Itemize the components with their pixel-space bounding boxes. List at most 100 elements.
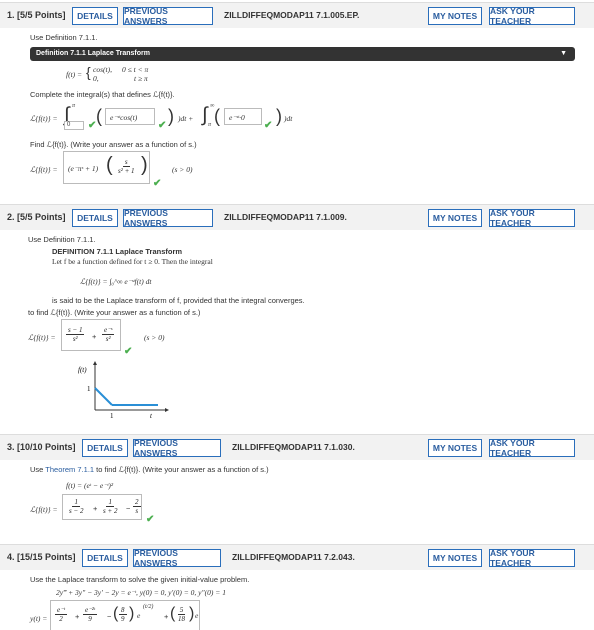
question-code: ZILLDIFFEQMODAP11 7.2.043. (232, 552, 355, 562)
fraction-denominator: s² (105, 335, 111, 343)
my-notes-button[interactable]: MY NOTES (428, 549, 482, 567)
check-icon: ✔ (146, 514, 155, 525)
definition-formula: ℒ{f(t)} = ∫₀^∞ e⁻ˢᵗf(t) dt (80, 277, 152, 286)
use-definition-text: Use Definition 7.1.1. (28, 235, 96, 244)
answer-term-1: 1 s − 2 (67, 498, 85, 515)
ask-teacher-button[interactable]: ASK YOUR TEACHER (489, 6, 575, 26)
integrand-2-input[interactable]: e⁻ˢᵗ·0 (224, 108, 262, 125)
definition-title: Definition 7.1.1 Laplace Transform (36, 50, 150, 57)
fraction-numerator: 1 (106, 498, 114, 507)
case-2-value: 0, (93, 74, 99, 83)
theorem-link[interactable]: Theorem 7.1.1 (45, 465, 94, 474)
fraction-numerator: 5 (177, 606, 186, 615)
close-paren-icon: ) (276, 106, 282, 126)
brace-icon: { (86, 64, 91, 80)
lower-limit-input[interactable]: 0 (64, 121, 84, 130)
details-button[interactable]: DETAILS (72, 209, 118, 227)
close-paren-icon: ) (141, 154, 148, 176)
ask-teacher-button[interactable]: ASK YOUR TEACHER (489, 548, 575, 568)
lower-limit-value: 0 (67, 122, 71, 128)
condition-text: (s > 0) (172, 165, 193, 174)
exp-base: e (137, 611, 141, 620)
fraction-numerator: 8 (119, 606, 127, 615)
integrand-1-input[interactable]: e⁻ˢᵗcos(t) (105, 108, 155, 125)
use-definition-text: Use Definition 7.1.1. (30, 33, 98, 42)
fraction-numerator: s (122, 158, 130, 167)
answer-fraction: s s² + 1 (116, 158, 137, 175)
previous-answers-button[interactable]: PREVIOUS ANSWERS (123, 6, 213, 26)
use-theorem-text: Use Theorem 7.1.1 to find ℒ{f(t)}. (Writ… (30, 465, 269, 474)
use-prefix: Use (30, 465, 44, 474)
answer-input[interactable]: (e⁻πˢ + 1) ( s s² + 1 ) (63, 151, 150, 184)
answer-input[interactable]: s − 1 s² + e⁻ˢ s² (61, 319, 121, 351)
integrand-2-value: e⁻ˢᵗ·0 (229, 113, 245, 122)
open-paren-icon: ( (106, 154, 113, 176)
piecewise-graph: f(t) 1 1 t (78, 361, 169, 420)
check-icon: ✔ (124, 346, 133, 357)
fraction-denominator: s + 2 (103, 507, 118, 515)
use-suffix: to find ℒ{f(t)}. (Write your answer as a… (96, 465, 269, 474)
details-button[interactable]: DETAILS (72, 7, 118, 25)
case-2-condition: t ≥ π (134, 74, 148, 83)
details-button[interactable]: DETAILS (82, 549, 128, 567)
case-1-condition: 0 ≤ t < π (122, 65, 149, 74)
question-points: 4. [15/15 Points] (7, 552, 76, 562)
previous-answers-button[interactable]: PREVIOUS ANSWERS (133, 548, 221, 568)
question-header: 4. [15/15 Points] DETAILS PREVIOUS ANSWE… (0, 544, 594, 570)
y-axis-arrow-icon (93, 361, 97, 365)
open-paren-icon: ( (170, 605, 176, 622)
plus-sign: + (93, 504, 98, 513)
answer-input[interactable]: e⁻ᵗ 2 + e⁻²ᵗ 9 − ( 8 9 ) e (t/2) + ( 5 1… (50, 600, 200, 630)
answer-term-4: 5 18 (176, 606, 187, 623)
find-prompt: to find ℒ{f(t)}. (Write your answer as a… (28, 308, 201, 317)
minus-sign: − (126, 504, 131, 513)
answer-term-3: 8 9 (119, 606, 127, 623)
x-axis-arrow-icon (165, 408, 169, 412)
close-paren-icon: ) (168, 106, 174, 126)
answer-fraction-2: e⁻ˢ s² (102, 326, 115, 343)
plus-sign: + (75, 612, 80, 621)
definition-toggle[interactable]: Definition 7.1.1 Laplace Transform ▼ (30, 47, 575, 61)
question-header: 1. [5/5 Points] DETAILS PREVIOUS ANSWERS… (0, 2, 594, 28)
answer-part-1: (e⁻πˢ + 1) (68, 164, 99, 173)
definition-title: DEFINITION 7.1.1 Laplace Transform (52, 247, 183, 256)
answer-lhs: ℒ{f(t)} = (30, 505, 58, 514)
graph-x-tick: 1 (110, 412, 114, 420)
graph-line-segment (94, 387, 113, 406)
answer-term-2: e⁻²ᵗ 9 (83, 606, 98, 623)
answer-lhs: ℒ{f(t)} = (28, 333, 56, 342)
fraction-numerator: e⁻ˢ (102, 326, 115, 335)
ode-text: 2y‴ + 3y″ − 3y′ − 2y = e⁻ᵗ, y(0) = 0, y′… (56, 588, 226, 597)
my-notes-button[interactable]: MY NOTES (428, 439, 482, 457)
my-notes-button[interactable]: MY NOTES (428, 209, 482, 227)
question-points: 2. [5/5 Points] (7, 212, 66, 222)
plus-sign: + (92, 332, 97, 341)
fraction-numerator: s − 1 (66, 326, 85, 335)
graph-y-label: f(t) (78, 366, 87, 374)
my-notes-button[interactable]: MY NOTES (428, 7, 482, 25)
laplace-lhs: ℒ{f(t)} = (30, 114, 58, 123)
previous-answers-button[interactable]: PREVIOUS ANSWERS (133, 438, 221, 458)
answer-lhs: y(t) = (30, 614, 48, 623)
instruction-text: Use the Laplace transform to solve the g… (30, 575, 250, 584)
fraction-numerator: 1 (72, 498, 80, 507)
ask-teacher-button[interactable]: ASK YOUR TEACHER (489, 208, 575, 228)
details-button[interactable]: DETAILS (82, 439, 128, 457)
answer-term-3: 2 s (133, 498, 141, 515)
check-icon: ✔ (264, 120, 273, 131)
fraction-denominator: 2 (59, 615, 63, 623)
graph-x-label: t (150, 412, 153, 420)
find-prompt: Find ℒ{f(t)}. (Write your answer as a fu… (30, 140, 197, 149)
question-code: ZILLDIFFEQMODAP11 7.1.005.EP. (224, 10, 360, 20)
integral-1-upper: π (72, 103, 76, 109)
fraction-denominator: s² + 1 (118, 167, 135, 175)
check-icon: ✔ (153, 178, 162, 189)
fraction-numerator: e⁻ᵗ (55, 606, 67, 615)
exp-power: (t/2) (143, 604, 154, 610)
fraction-numerator: e⁻²ᵗ (83, 606, 98, 615)
close-paren-icon: ) (129, 605, 135, 622)
ask-teacher-button[interactable]: ASK YOUR TEACHER (489, 438, 575, 458)
previous-answers-button[interactable]: PREVIOUS ANSWERS (123, 208, 213, 228)
definition-said: is said to be the Laplace transform of f… (52, 296, 305, 305)
answer-input[interactable]: 1 s − 2 + 1 s + 2 − 2 s (62, 494, 142, 520)
